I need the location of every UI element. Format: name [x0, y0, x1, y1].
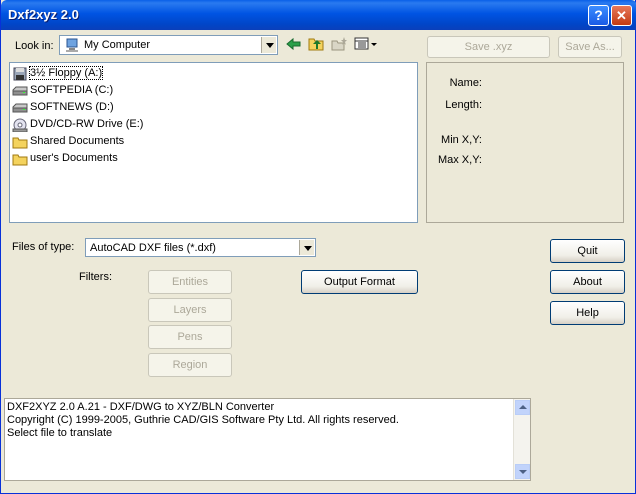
title-close-button[interactable]: ✕ [611, 5, 632, 26]
list-item-label: user's Documents [30, 152, 118, 164]
look-in-combo[interactable]: My Computer [59, 35, 278, 55]
save-xyz-button[interactable]: Save .xyz [427, 36, 550, 58]
hard-drive-icon [12, 103, 28, 113]
scroll-up-icon[interactable] [515, 400, 530, 415]
about-button[interactable]: About [550, 270, 625, 294]
list-item-label: SOFTPEDIA (C:) [30, 84, 114, 96]
region-button[interactable]: Region [148, 353, 232, 377]
look-in-value: My Computer [84, 39, 151, 51]
hard-drive-icon [12, 86, 28, 96]
chevron-down-icon[interactable] [261, 37, 276, 53]
files-of-type-combo[interactable]: AutoCAD DXF files (*.dxf) [85, 238, 316, 257]
max-xy-label: Max X,Y: [437, 154, 482, 166]
entities-button[interactable]: Entities [148, 270, 232, 294]
computer-icon [66, 38, 78, 52]
back-arrow-icon[interactable] [286, 37, 302, 51]
view-menu-icon[interactable] [354, 37, 378, 51]
list-item-label: DVD/CD-RW Drive (E:) [30, 118, 144, 130]
quit-button[interactable]: Quit [550, 239, 625, 263]
layers-button[interactable]: Layers [148, 298, 232, 322]
pens-button[interactable]: Pens [148, 325, 232, 349]
log-line: Select file to translate [7, 427, 113, 439]
look-in-label: Look in: [15, 40, 54, 52]
scroll-down-icon[interactable] [515, 464, 530, 479]
files-of-type-label: Files of type: [12, 241, 75, 253]
log-line: DXF2XYZ 2.0 A.21 - DXF/DWG to XYZ/BLN Co… [7, 401, 275, 413]
title-bar[interactable]: Dxf2xyz 2.0 ? ✕ [1, 0, 636, 30]
files-of-type-value: AutoCAD DXF files (*.dxf) [90, 242, 216, 254]
up-folder-icon[interactable] [308, 36, 325, 51]
name-label: Name: [449, 77, 482, 89]
file-list[interactable]: 3½ Floppy (A:) SOFTPEDIA (C:) SOFTNEWS (… [9, 62, 418, 223]
list-item-label: Shared Documents [30, 135, 125, 147]
folder-icon [12, 137, 28, 149]
file-info-panel: Name: Length: Min X,Y: Max X,Y: [426, 62, 624, 223]
chevron-down-icon[interactable] [299, 240, 314, 255]
app-window: Dxf2xyz 2.0 ? ✕ Look in: My Computer Sav… [0, 0, 636, 494]
folder-icon [12, 154, 28, 166]
list-item-label: SOFTNEWS (D:) [30, 101, 114, 113]
cd-drive-icon [12, 118, 28, 132]
min-xy-label: Min X,Y: [441, 134, 482, 146]
title-help-button[interactable]: ? [588, 5, 609, 26]
new-folder-icon[interactable] [331, 36, 348, 51]
log-scrollbar[interactable] [513, 399, 530, 480]
filters-label: Filters: [79, 271, 112, 283]
log-textarea[interactable]: DXF2XYZ 2.0 A.21 - DXF/DWG to XYZ/BLN Co… [4, 398, 531, 481]
length-label: Length: [445, 99, 482, 111]
floppy-icon [13, 67, 27, 81]
help-button[interactable]: Help [550, 301, 625, 325]
log-line: Copyright (C) 1999-2005, Guthrie CAD/GIS… [7, 414, 399, 426]
save-as-button[interactable]: Save As... [558, 36, 622, 58]
list-item-label: 3½ Floppy (A:) [28, 66, 104, 80]
window-title: Dxf2xyz 2.0 [8, 7, 79, 22]
output-format-button[interactable]: Output Format [301, 270, 418, 294]
